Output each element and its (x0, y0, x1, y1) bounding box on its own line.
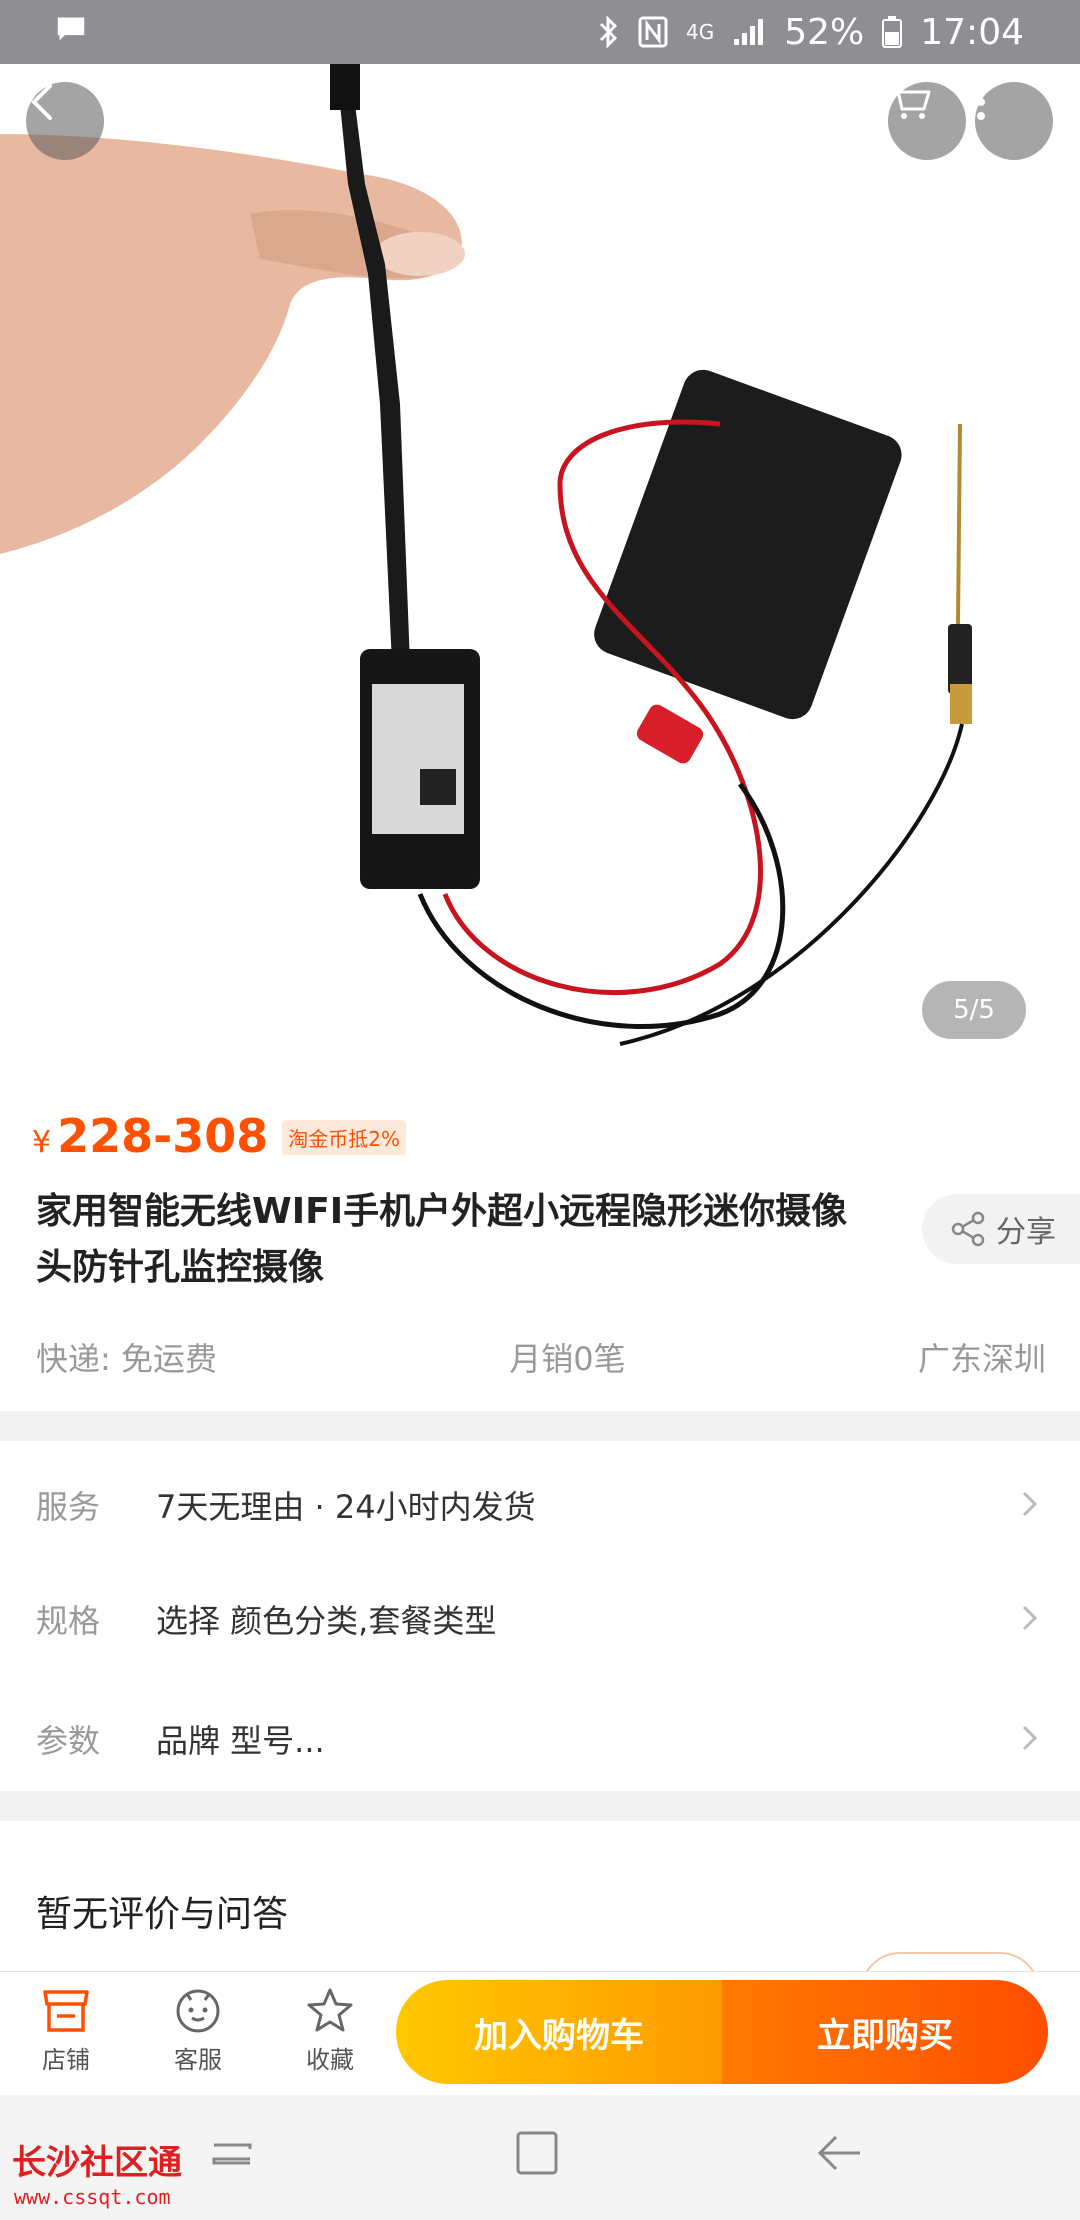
image-pager: 5/5 (922, 981, 1026, 1039)
price: 228-308 (57, 1109, 269, 1163)
chevron-right-icon (1022, 1491, 1038, 1517)
nfc-icon (638, 16, 668, 48)
shop-icon (43, 1990, 89, 2032)
recent-apps-icon[interactable] (210, 2135, 256, 2179)
bluetooth-icon (599, 15, 618, 49)
back-nav-icon[interactable] (814, 2131, 864, 2177)
option-label: 服务 (36, 1488, 101, 1526)
favorite-label: 收藏 (306, 2046, 354, 2074)
product-options: 服务 7天无理由 · 24小时内发货 规格 选择 颜色分类,套餐类型 参数 品牌… (0, 1441, 1080, 1791)
spec-row[interactable]: 规格 选择 颜色分类,套餐类型 (0, 1569, 1080, 1669)
option-label: 规格 (36, 1602, 101, 1640)
share-label: 分享 (996, 1215, 1056, 1250)
buy-now-button[interactable]: 立即购买 (722, 1980, 1048, 2084)
params-row[interactable]: 参数 品牌 型号... (0, 1689, 1080, 1789)
service-row[interactable]: 服务 7天无理由 · 24小时内发货 (0, 1455, 1080, 1555)
watermark-logo: 长沙社区通 (12, 2143, 182, 2183)
home-icon[interactable] (514, 2129, 560, 2177)
product-page: 4G 52% 17:04 5/5 ¥ 228-308 淘金币抵2% 家用智能无线… (0, 0, 1080, 2220)
chevron-left-icon (31, 84, 52, 120)
watermark-url: www.cssqt.com (14, 2185, 171, 2209)
battery-percent: 52% (784, 11, 865, 53)
cart-icon (890, 84, 931, 119)
bottom-action-bar: 店铺 客服 收藏 加入购物车 立即购买 (0, 1971, 1080, 2095)
chat-face-icon (176, 1989, 220, 2033)
chevron-right-icon (1022, 1605, 1038, 1631)
clock: 17:04 (920, 11, 1024, 53)
product-image-gallery[interactable]: 5/5 (0, 64, 1080, 1079)
signal-icon (734, 19, 764, 45)
customer-service-button[interactable]: 客服 (148, 1986, 248, 2075)
purchase-buttons: 加入购物车 立即购买 (396, 1980, 1048, 2084)
product-info: ¥ 228-308 淘金币抵2% 家用智能无线WIFI手机户外超小远程隐形迷你摄… (0, 1079, 1080, 1411)
service-label: 客服 (174, 2046, 222, 2074)
shop-button[interactable]: 店铺 (16, 1986, 116, 2075)
product-title: 家用智能无线WIFI手机户外超小远程隐形迷你摄像头防针孔监控摄像 (36, 1191, 848, 1288)
add-to-cart-button[interactable]: 加入购物车 (396, 1980, 722, 2084)
status-bar: 4G 52% 17:04 (0, 0, 1080, 64)
share-icon (951, 1211, 985, 1247)
option-value: 品牌 型号... (156, 1722, 325, 1760)
message-icon (57, 17, 85, 40)
chevron-right-icon (1022, 1725, 1038, 1751)
more-button[interactable] (975, 82, 1053, 160)
cart-button[interactable] (888, 82, 966, 160)
coin-discount-tag: 淘金币抵2% (282, 1120, 406, 1155)
star-icon (307, 1988, 353, 2032)
shop-label: 店铺 (42, 2046, 90, 2074)
share-button[interactable]: 分享 (922, 1194, 1080, 1264)
more-vertical-icon (977, 84, 985, 120)
network-type: 4G (686, 20, 715, 44)
option-label: 参数 (36, 1722, 101, 1760)
favorite-button[interactable]: 收藏 (280, 1986, 380, 2075)
reviews-section: 暂无评价与问答 (0, 1821, 1080, 1992)
currency-symbol: ¥ (32, 1125, 52, 1160)
option-value: 选择 颜色分类,套餐类型 (156, 1602, 497, 1640)
monthly-sales: 月销0笔 (509, 1340, 626, 1378)
shipping-info: 快递: 免运费 (36, 1340, 217, 1378)
price-row: ¥ 228-308 淘金币抵2% (32, 1109, 406, 1163)
product-photo (0, 64, 1080, 1079)
back-button[interactable] (26, 82, 104, 160)
reviews-title: 暂无评价与问答 (36, 1894, 289, 1935)
meta-row: 快递: 免运费 月销0笔 广东深圳 (36, 1334, 1046, 1380)
battery-icon (882, 16, 903, 48)
location: 广东深圳 (917, 1340, 1046, 1378)
option-value: 7天无理由 · 24小时内发货 (156, 1488, 536, 1526)
